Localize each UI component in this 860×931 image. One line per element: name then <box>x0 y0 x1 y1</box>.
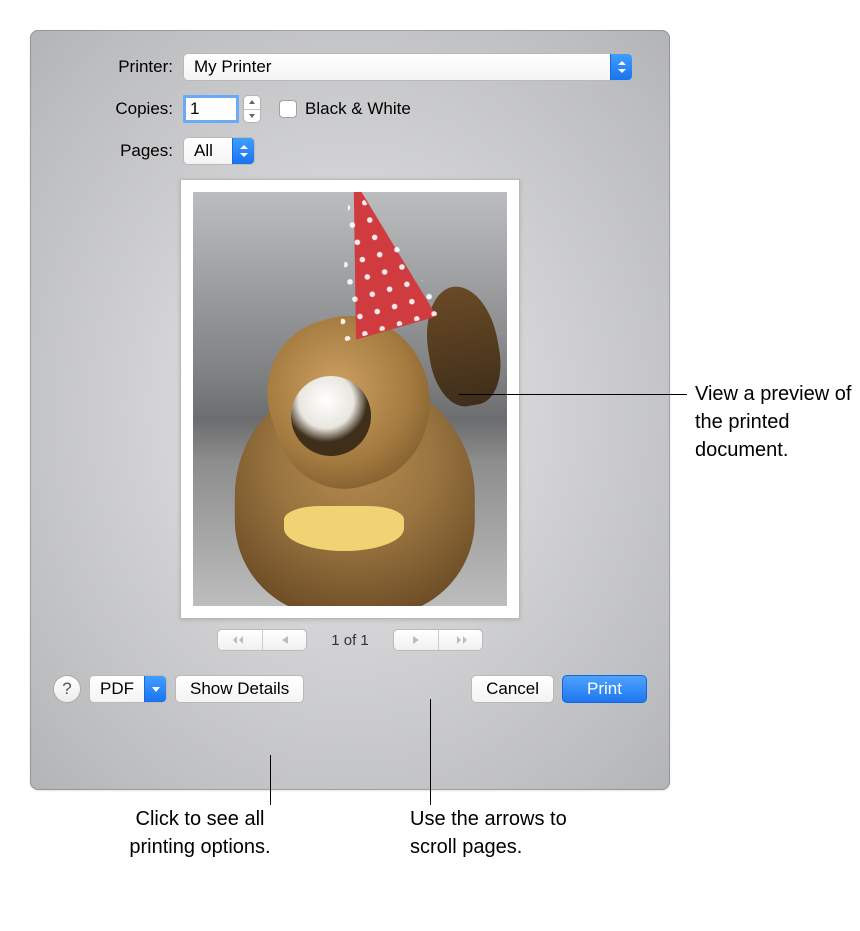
chevron-double-right-icon <box>453 635 467 645</box>
cancel-button[interactable]: Cancel <box>471 675 554 703</box>
help-button[interactable]: ? <box>53 675 81 703</box>
chevron-right-icon <box>412 635 420 645</box>
preview-image <box>193 192 507 606</box>
copies-label: Copies: <box>53 99 183 119</box>
pager-forward-group <box>393 629 483 651</box>
bw-label: Black & White <box>305 99 411 119</box>
print-label: Print <box>587 679 622 699</box>
pager-row: 1 of 1 <box>217 629 483 651</box>
printer-popup[interactable]: My Printer <box>183 53 633 81</box>
popup-arrows-icon <box>610 54 632 80</box>
pdf-label: PDF <box>90 679 144 699</box>
show-details-label: Show Details <box>190 679 289 699</box>
chevron-double-left-icon <box>233 635 247 645</box>
callout-details: Click to see all printing options. <box>100 805 300 861</box>
button-row: ? PDF Show Details Cancel Print <box>53 675 647 703</box>
copies-stepper[interactable] <box>243 95 261 123</box>
pages-row: Pages: All <box>53 137 647 165</box>
preview-frame <box>180 179 520 619</box>
help-icon: ? <box>62 679 71 699</box>
printer-row: Printer: My Printer <box>53 53 647 81</box>
page-indicator: 1 of 1 <box>331 632 369 649</box>
preview-area: 1 of 1 <box>53 179 647 651</box>
print-dialog: Printer: My Printer Copies: Black & Whit… <box>30 30 670 790</box>
callout-details-text: Click to see all printing options. <box>129 808 270 858</box>
prev-page-button[interactable] <box>262 630 306 650</box>
next-page-button[interactable] <box>394 630 438 650</box>
last-page-button[interactable] <box>438 630 482 650</box>
bw-checkbox[interactable] <box>279 100 297 118</box>
copies-input[interactable] <box>183 95 239 123</box>
pdf-menu-button[interactable]: PDF <box>89 675 167 703</box>
stepper-up-icon[interactable] <box>244 96 260 110</box>
pager-back-group <box>217 629 307 651</box>
popup-arrows-icon <box>232 138 254 164</box>
print-button[interactable]: Print <box>562 675 647 703</box>
show-details-button[interactable]: Show Details <box>175 675 304 703</box>
printer-selected: My Printer <box>194 57 271 77</box>
chevron-down-icon <box>144 676 166 702</box>
callout-arrows: Use the arrows to scroll pages. <box>410 805 610 861</box>
pages-label: Pages: <box>53 141 183 161</box>
chevron-left-icon <box>281 635 289 645</box>
copies-row: Copies: Black & White <box>53 95 647 123</box>
printer-label: Printer: <box>53 57 183 77</box>
callout-preview-text: View a preview of the printed document. <box>695 383 851 461</box>
first-page-button[interactable] <box>218 630 262 650</box>
cancel-label: Cancel <box>486 679 539 699</box>
pages-selected: All <box>194 141 213 161</box>
pages-popup[interactable]: All <box>183 137 255 165</box>
callout-arrows-text: Use the arrows to scroll pages. <box>410 808 567 858</box>
stepper-down-icon[interactable] <box>244 110 260 123</box>
callout-preview: View a preview of the printed document. <box>695 380 855 464</box>
